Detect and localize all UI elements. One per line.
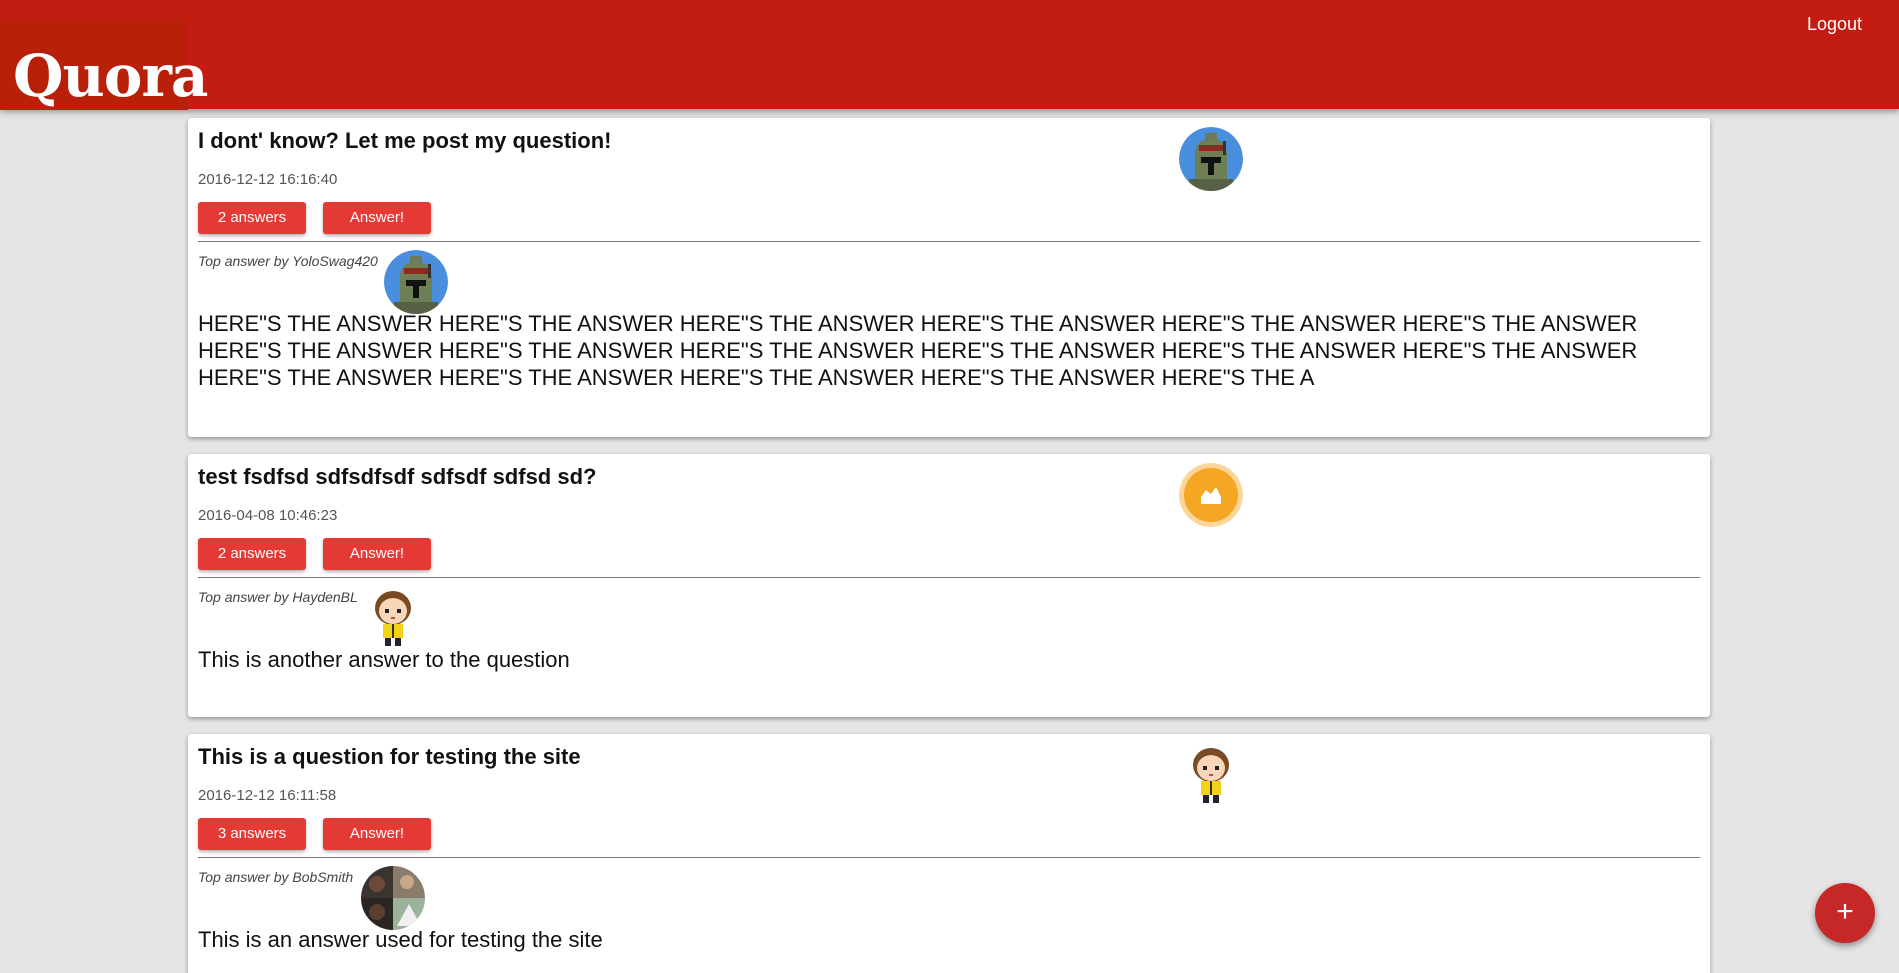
plus-icon: + bbox=[1836, 895, 1854, 928]
answer-button[interactable]: Answer! bbox=[323, 202, 431, 234]
answers-count-button[interactable]: 2 answers bbox=[198, 538, 306, 570]
question-title[interactable]: This is a question for testing the site bbox=[198, 744, 1700, 770]
asker-avatar[interactable] bbox=[1179, 127, 1243, 191]
question-card: This is a question for testing the site … bbox=[188, 734, 1710, 973]
answers-count-button[interactable]: 3 answers bbox=[198, 818, 306, 850]
answerer-avatar[interactable] bbox=[384, 250, 448, 314]
question-title[interactable]: test fsdfsd sdfsdfsdf sdfsdf sdfsd sd? bbox=[198, 464, 1700, 490]
top-answer-text: This is an answer used for testing the s… bbox=[198, 927, 603, 952]
cartoon-boy-avatar-icon bbox=[375, 591, 411, 646]
logo[interactable]: Quora bbox=[0, 18, 209, 110]
top-answer-label: Top answer by HaydenBL bbox=[198, 589, 358, 605]
helmet-avatar-icon bbox=[384, 250, 448, 314]
answerer-avatar[interactable] bbox=[361, 586, 425, 650]
top-answer-text: HERE"S THE ANSWER HERE"S THE ANSWER HERE… bbox=[198, 311, 1638, 390]
top-answer-text: This is another answer to the question bbox=[198, 647, 570, 672]
logo-text: Quora bbox=[13, 42, 209, 110]
top-answer-label: Top answer by BobSmith bbox=[198, 869, 354, 885]
answer-button[interactable]: Answer! bbox=[323, 538, 431, 570]
question-card: I dont' know? Let me post my question! 2… bbox=[188, 118, 1710, 437]
helmet-avatar-icon bbox=[1179, 127, 1243, 191]
question-date: 2016-12-12 16:16:40 bbox=[198, 171, 338, 188]
answer-button[interactable]: Answer! bbox=[323, 818, 431, 850]
question-title[interactable]: I dont' know? Let me post my question! bbox=[198, 128, 1700, 154]
question-date: 2016-04-08 10:46:23 bbox=[198, 507, 338, 524]
top-answer-label: Top answer by YoloSwag420 bbox=[198, 253, 378, 269]
question-feed: I dont' know? Let me post my question! 2… bbox=[188, 118, 1710, 973]
question-date: 2016-12-12 16:11:58 bbox=[198, 787, 337, 804]
asker-avatar[interactable] bbox=[1179, 463, 1243, 527]
top-app-bar: Quora Logout bbox=[0, 0, 1899, 110]
add-question-button[interactable]: + bbox=[1815, 883, 1875, 943]
asker-avatar[interactable] bbox=[1179, 743, 1243, 807]
answers-count-button[interactable]: 2 answers bbox=[198, 202, 306, 234]
answerer-avatar[interactable] bbox=[361, 866, 425, 930]
orange-badge-avatar-icon bbox=[1179, 463, 1243, 527]
question-card: test fsdfsd sdfsdfsdf sdfsdf sdfsd sd? 2… bbox=[188, 454, 1710, 717]
cartoon-boy-avatar-icon bbox=[1193, 748, 1229, 803]
photo-collage-avatar-icon bbox=[361, 866, 425, 930]
logout-link[interactable]: Logout bbox=[1807, 14, 1862, 35]
